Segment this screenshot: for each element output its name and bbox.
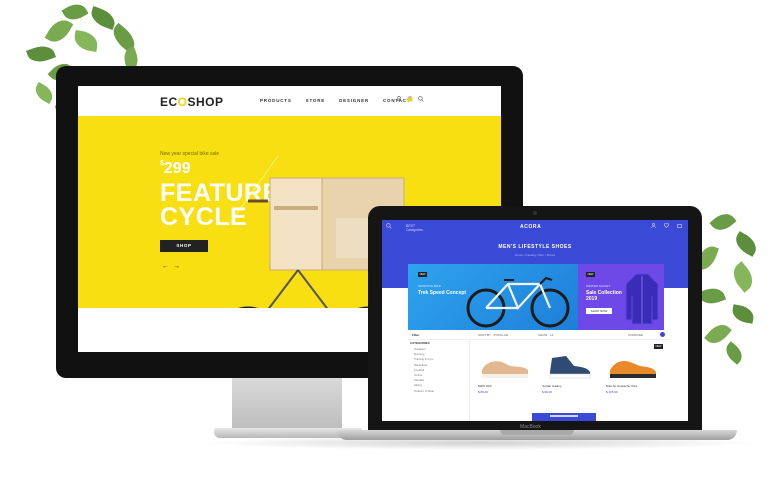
product-price: $ 89.00 — [478, 390, 489, 394]
banner-jacket[interactable]: NEW WINTER JACKET Sale Collection 2019 S… — [578, 264, 664, 330]
shop-button[interactable]: SHOP — [160, 240, 208, 252]
product-name[interactable]: Nike Air Huarache Ultra — [606, 384, 637, 388]
logo-prefix: EC — [160, 95, 178, 109]
ecoshop-logo[interactable]: ECOSHOP — [160, 95, 224, 109]
breadcrumb[interactable]: Home / Catalog / Men / Shoes — [382, 253, 688, 257]
hero-slider-arrows: ←→ — [162, 263, 184, 270]
banner-jacket-shop-button[interactable]: SHOP NOW — [586, 308, 612, 314]
product-name[interactable]: NEW OFF — [478, 384, 492, 388]
compare-count-badge — [660, 332, 665, 337]
banner-bike[interactable]: NEW SPORTIVE BIKE Trek Speed Concept — [408, 264, 578, 330]
laptop: BEST Categories ACORA MEN'S LIFESTYLE SH… — [368, 206, 702, 431]
acora-logo[interactable]: ACORA — [520, 224, 541, 230]
categories-sidebar: CATEGORIES Sneakers Running Training & G… — [408, 340, 470, 421]
product-card[interactable]: NEW OFF $ 89.00 — [474, 340, 536, 400]
product-card[interactable]: Jordan Galaxy $ 99.00 — [538, 340, 600, 400]
ecoshop-menu: PRODUCTS STORE DESIGNER CONTACT — [260, 98, 410, 103]
product-name[interactable]: Jordan Galaxy — [542, 384, 561, 388]
logo-suffix: SHOP — [187, 95, 224, 109]
user-icon[interactable] — [651, 223, 656, 230]
macbook-label: MacBook — [520, 424, 541, 430]
sneaker-orange-image — [610, 360, 656, 378]
product-toolbar: Filter SORT BY · POPULAR SHOW · 12 COMPA… — [408, 330, 670, 340]
cart-icon[interactable] — [677, 223, 682, 230]
menu-icon[interactable] — [386, 223, 392, 231]
cart-icon[interactable] — [407, 96, 413, 104]
filter-label[interactable]: Filter — [412, 333, 419, 337]
next-arrow-icon[interactable]: → — [173, 263, 184, 270]
ecoshop-nav-icons — [396, 96, 424, 104]
laptop-notch — [500, 430, 574, 435]
sneaker-navy-image — [549, 356, 591, 379]
acora-header: BEST Categories ACORA MEN'S LIFESTYLE SH… — [382, 220, 688, 258]
road-bike-image — [466, 276, 570, 328]
sort-dropdown[interactable]: SORT BY · POPULAR — [478, 333, 508, 337]
banner-jacket-title-line2: 2019 — [586, 296, 598, 302]
banner-jacket-label: WINTER JACKET — [586, 284, 611, 288]
banner-bike-label: SPORTIVE BIKE — [418, 284, 441, 288]
sneaker-beige-image — [482, 361, 528, 378]
page-title: MEN'S LIFESTYLE SHOES — [498, 244, 572, 250]
laptop-screen: BEST Categories ACORA MEN'S LIFESTYLE SH… — [382, 220, 688, 421]
logo-o: O — [177, 95, 188, 109]
jacket-image — [625, 273, 659, 325]
categories-bottom: Categories — [406, 228, 423, 232]
banner-jacket-tag: NEW — [586, 272, 595, 277]
product-price: $ 99.00 — [542, 390, 553, 394]
product-card[interactable]: NEW Nike Air Huarache Ultra $ 105.00 — [602, 340, 664, 400]
banner-bike-tag: NEW — [418, 272, 427, 277]
search-icon[interactable] — [418, 96, 424, 104]
product-price: $ 105.00 — [606, 390, 618, 394]
user-icon[interactable] — [396, 96, 402, 104]
show-dropdown[interactable]: SHOW · 12 — [538, 333, 553, 337]
product-new-tag: NEW — [654, 344, 663, 349]
sidebar-heading[interactable]: CATEGORIES — [408, 340, 469, 347]
nav-store[interactable]: STORE — [306, 98, 325, 103]
hero-subtitle: New year special bike sale — [160, 151, 220, 157]
sidebar-item-outdoor[interactable]: Outdoor & Wear — [408, 389, 469, 394]
compare-link[interactable]: COMPARE — [628, 333, 643, 337]
heart-icon[interactable] — [663, 223, 670, 230]
nav-designer[interactable]: DESIGNER — [339, 98, 369, 103]
monitor-stand — [232, 378, 342, 430]
load-more-button[interactable] — [532, 413, 596, 421]
banner-jacket-title: Sale Collection 2019 — [586, 290, 622, 302]
nav-products[interactable]: PRODUCTS — [260, 98, 292, 103]
laptop-camera — [533, 211, 537, 215]
acora-header-icons — [651, 223, 682, 230]
price-value: 299 — [163, 160, 191, 177]
categories-menu[interactable]: BEST Categories — [406, 224, 423, 232]
prev-arrow-icon[interactable]: ← — [162, 263, 173, 270]
hero-price: $299 — [160, 160, 191, 178]
ecoshop-navbar: ECOSHOP PRODUCTS STORE DESIGNER CONTACT — [78, 86, 501, 116]
